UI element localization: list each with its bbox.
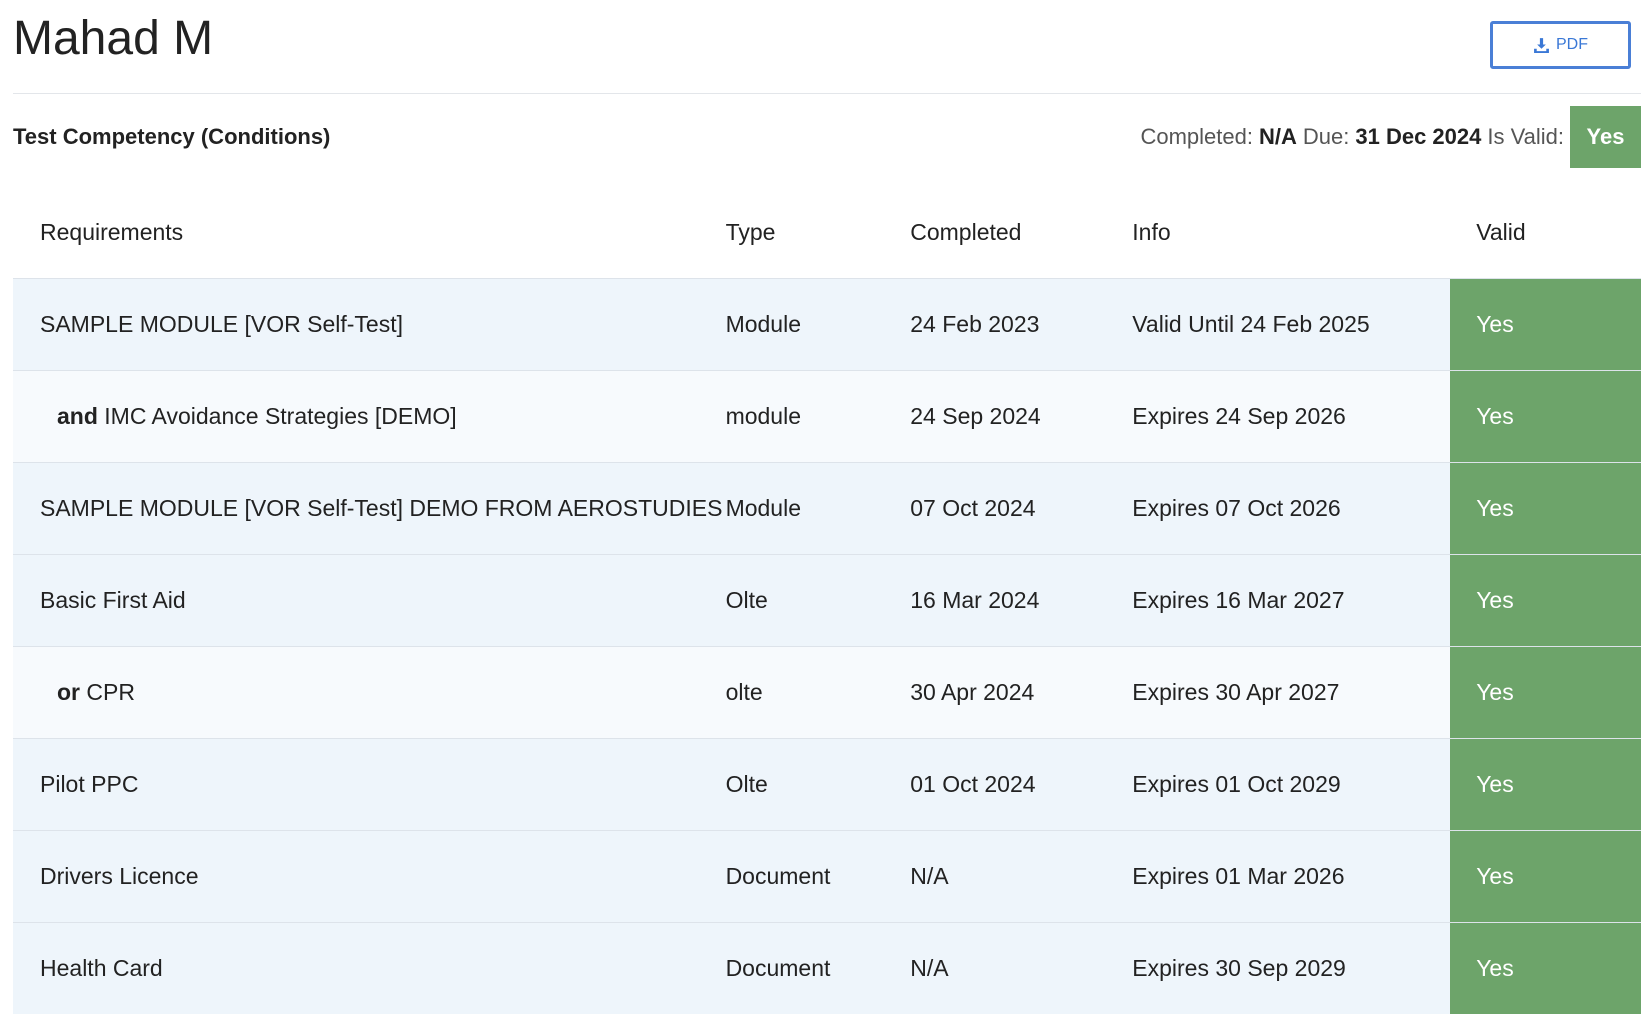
table-row: SAMPLE MODULE [VOR Self-Test] Module 24 … [13, 278, 1641, 371]
table-row: Health Card Document N/A Expires 30 Sep … [13, 922, 1641, 1014]
requirement-name: Pilot PPC [40, 771, 139, 797]
table-header-row: Requirements Type Completed Info Valid [13, 186, 1641, 279]
requirement-conjunction: or [57, 679, 80, 705]
page-header: Mahad M PDF [13, 0, 1641, 94]
column-header-info: Info [1132, 186, 1451, 279]
info-cell: Expires 07 Oct 2026 [1132, 462, 1451, 555]
column-header-type: Type [725, 186, 911, 279]
valid-cell: Yes [1450, 462, 1641, 555]
requirement-cell: Basic First Aid [13, 554, 726, 647]
table-row: SAMPLE MODULE [VOR Self-Test] DEMO FROM … [13, 462, 1641, 555]
pdf-button-label: PDF [1556, 36, 1588, 53]
requirement-name: Drivers Licence [40, 863, 199, 889]
info-cell: Expires 01 Oct 2029 [1132, 738, 1451, 831]
column-header-requirements: Requirements [13, 186, 726, 279]
requirement-name: CPR [86, 679, 135, 705]
type-cell: module [725, 370, 911, 463]
table-row: Drivers Licence Document N/A Expires 01 … [13, 830, 1641, 923]
info-cell: Valid Until 24 Feb 2025 [1132, 278, 1451, 371]
column-header-completed: Completed [910, 186, 1133, 279]
requirement-name: IMC Avoidance Strategies [DEMO] [104, 403, 457, 429]
requirement-name: Basic First Aid [40, 587, 186, 613]
requirement-cell: Health Card [13, 922, 726, 1014]
table-row: and IMC Avoidance Strategies [DEMO] modu… [13, 370, 1641, 463]
type-cell: Olte [725, 554, 911, 647]
info-cell: Expires 24 Sep 2026 [1132, 370, 1451, 463]
valid-badge: Yes [1570, 106, 1641, 168]
type-cell: Module [725, 278, 911, 371]
requirements-table: Requirements Type Completed Info Valid S… [13, 186, 1641, 1014]
requirement-cell: and IMC Avoidance Strategies [DEMO] [13, 370, 726, 463]
valid-cell: Yes [1450, 554, 1641, 647]
completed-cell: 24 Feb 2023 [910, 278, 1133, 371]
download-icon [1533, 37, 1550, 54]
requirement-cell: SAMPLE MODULE [VOR Self-Test] [13, 278, 726, 371]
valid-cell: Yes [1450, 738, 1641, 831]
person-name: Mahad M [13, 12, 214, 65]
valid-cell: Yes [1450, 278, 1641, 371]
completed-label: Completed: [1140, 124, 1253, 149]
requirement-name: SAMPLE MODULE [VOR Self-Test] DEMO FROM … [40, 495, 723, 521]
valid-cell: Yes [1450, 370, 1641, 463]
type-cell: Document [725, 922, 911, 1014]
type-cell: Module [725, 462, 911, 555]
completed-cell: 30 Apr 2024 [910, 646, 1133, 739]
requirement-name: SAMPLE MODULE [VOR Self-Test] [40, 311, 403, 337]
info-cell: Expires 30 Sep 2029 [1132, 922, 1451, 1014]
completed-cell: N/A [910, 830, 1133, 923]
completed-value: N/A [1259, 124, 1297, 149]
competency-summary: Test Competency (Conditions) Completed: … [13, 106, 1641, 168]
requirement-cell: SAMPLE MODULE [VOR Self-Test] DEMO FROM … [13, 462, 726, 555]
info-cell: Expires 01 Mar 2026 [1132, 830, 1451, 923]
table-row: Basic First Aid Olte 16 Mar 2024 Expires… [13, 554, 1641, 647]
valid-cell: Yes [1450, 646, 1641, 739]
completed-cell: N/A [910, 922, 1133, 1014]
pdf-download-button[interactable]: PDF [1490, 21, 1631, 69]
requirement-cell: Drivers Licence [13, 830, 726, 923]
requirement-name: Health Card [40, 955, 163, 981]
type-cell: olte [725, 646, 911, 739]
due-value: 31 Dec 2024 [1355, 124, 1482, 149]
table-row: or CPR olte 30 Apr 2024 Expires 30 Apr 2… [13, 646, 1641, 739]
completed-cell: 01 Oct 2024 [910, 738, 1133, 831]
valid-label: Is Valid: [1487, 124, 1564, 149]
requirement-cell: Pilot PPC [13, 738, 726, 831]
competency-status: Completed: N/A Due: 31 Dec 2024 Is Valid… [1140, 106, 1641, 168]
column-header-valid: Valid [1450, 186, 1641, 279]
page: Mahad M PDF Test Competency (Conditions)… [0, 0, 1647, 1025]
requirement-cell: or CPR [13, 646, 726, 739]
completed-cell: 16 Mar 2024 [910, 554, 1133, 647]
table-row: Pilot PPC Olte 01 Oct 2024 Expires 01 Oc… [13, 738, 1641, 831]
valid-cell: Yes [1450, 922, 1641, 1014]
type-cell: Olte [725, 738, 911, 831]
completed-cell: 24 Sep 2024 [910, 370, 1133, 463]
requirement-conjunction: and [57, 403, 98, 429]
type-cell: Document [725, 830, 911, 923]
info-cell: Expires 30 Apr 2027 [1132, 646, 1451, 739]
competency-title: Test Competency (Conditions) [13, 124, 331, 149]
valid-cell: Yes [1450, 830, 1641, 923]
info-cell: Expires 16 Mar 2027 [1132, 554, 1451, 647]
completed-cell: 07 Oct 2024 [910, 462, 1133, 555]
due-label: Due: [1302, 124, 1350, 149]
